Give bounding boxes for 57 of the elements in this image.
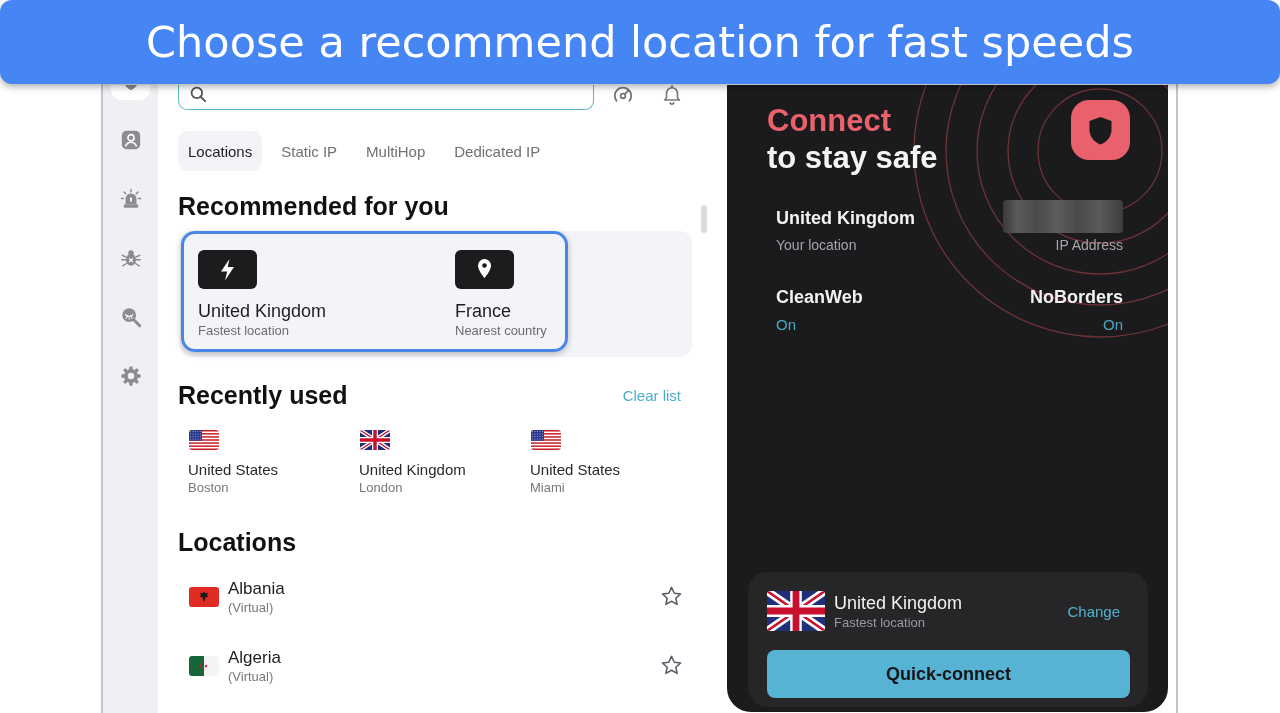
location-name: United Kingdom xyxy=(834,591,964,614)
panel-subtitle: to stay safe xyxy=(767,138,938,176)
caption-banner: Choose a recommend location for fast speeds xyxy=(0,0,1280,84)
location-note: (Virtual) xyxy=(228,598,275,616)
country-name: United States xyxy=(188,459,280,479)
location-name: United Kingdom xyxy=(198,300,328,322)
search-field[interactable] xyxy=(178,85,594,110)
scrollbar[interactable] xyxy=(701,205,707,233)
siren-icon xyxy=(119,187,142,210)
uk-flag-icon xyxy=(360,430,390,450)
section-heading: Recently used xyxy=(178,380,348,410)
tab[interactable]: MultiHop xyxy=(356,131,436,171)
shield-icon[interactable] xyxy=(1071,100,1130,160)
gauge-icon[interactable] xyxy=(612,85,634,105)
pin-icon xyxy=(455,250,514,289)
settings-icon xyxy=(119,364,142,387)
section-heading: Locations xyxy=(178,527,298,557)
country-name: Algeria xyxy=(228,646,282,668)
change-link[interactable]: Change xyxy=(1067,602,1120,620)
city-name: Boston xyxy=(188,478,230,496)
country-name: United States xyxy=(530,459,622,479)
city-name: Miami xyxy=(530,478,566,496)
location-note: Fastest location xyxy=(198,322,291,339)
lightning-icon xyxy=(198,250,257,289)
location-note: (Virtual) xyxy=(228,667,275,685)
feature-name: CleanWeb xyxy=(776,286,863,308)
section-heading: Recommended for you xyxy=(178,191,450,221)
info-label: IP Address xyxy=(1055,236,1123,254)
clear-list-link[interactable]: Clear list xyxy=(622,386,681,404)
feature-status: On xyxy=(1103,314,1123,334)
location-note: Nearest country xyxy=(455,322,548,339)
tab[interactable]: Static IP xyxy=(271,131,348,171)
location-name: France xyxy=(455,300,513,322)
albania-flag-icon xyxy=(189,586,219,607)
location-value: United Kingdom xyxy=(776,207,915,229)
feature-status: On xyxy=(776,314,796,334)
magnifier-icon xyxy=(119,305,142,328)
city-name: London xyxy=(359,478,404,496)
sidebar-tab[interactable] xyxy=(111,85,150,100)
country-name: United Kingdom xyxy=(359,459,467,479)
bell-icon[interactable] xyxy=(661,85,683,105)
us-flag-icon xyxy=(531,430,561,450)
location-note: Fastest location xyxy=(834,613,927,631)
search-icon xyxy=(189,85,207,103)
tab[interactable]: Locations xyxy=(178,131,263,171)
panel-title: Connect xyxy=(767,101,892,139)
info-label: Your location xyxy=(776,236,857,254)
uk-flag-icon xyxy=(767,591,825,631)
algeria-flag-icon xyxy=(189,655,219,676)
tab[interactable]: Dedicated IP xyxy=(444,131,551,171)
country-name: Albania xyxy=(228,577,286,599)
star-icon[interactable] xyxy=(660,654,683,677)
person-icon xyxy=(119,128,142,151)
star-icon[interactable] xyxy=(660,585,683,608)
quick-connect-button[interactable]: Quick-connect xyxy=(767,650,1130,698)
us-flag-icon xyxy=(189,430,219,450)
feature-name: NoBorders xyxy=(1030,286,1123,308)
